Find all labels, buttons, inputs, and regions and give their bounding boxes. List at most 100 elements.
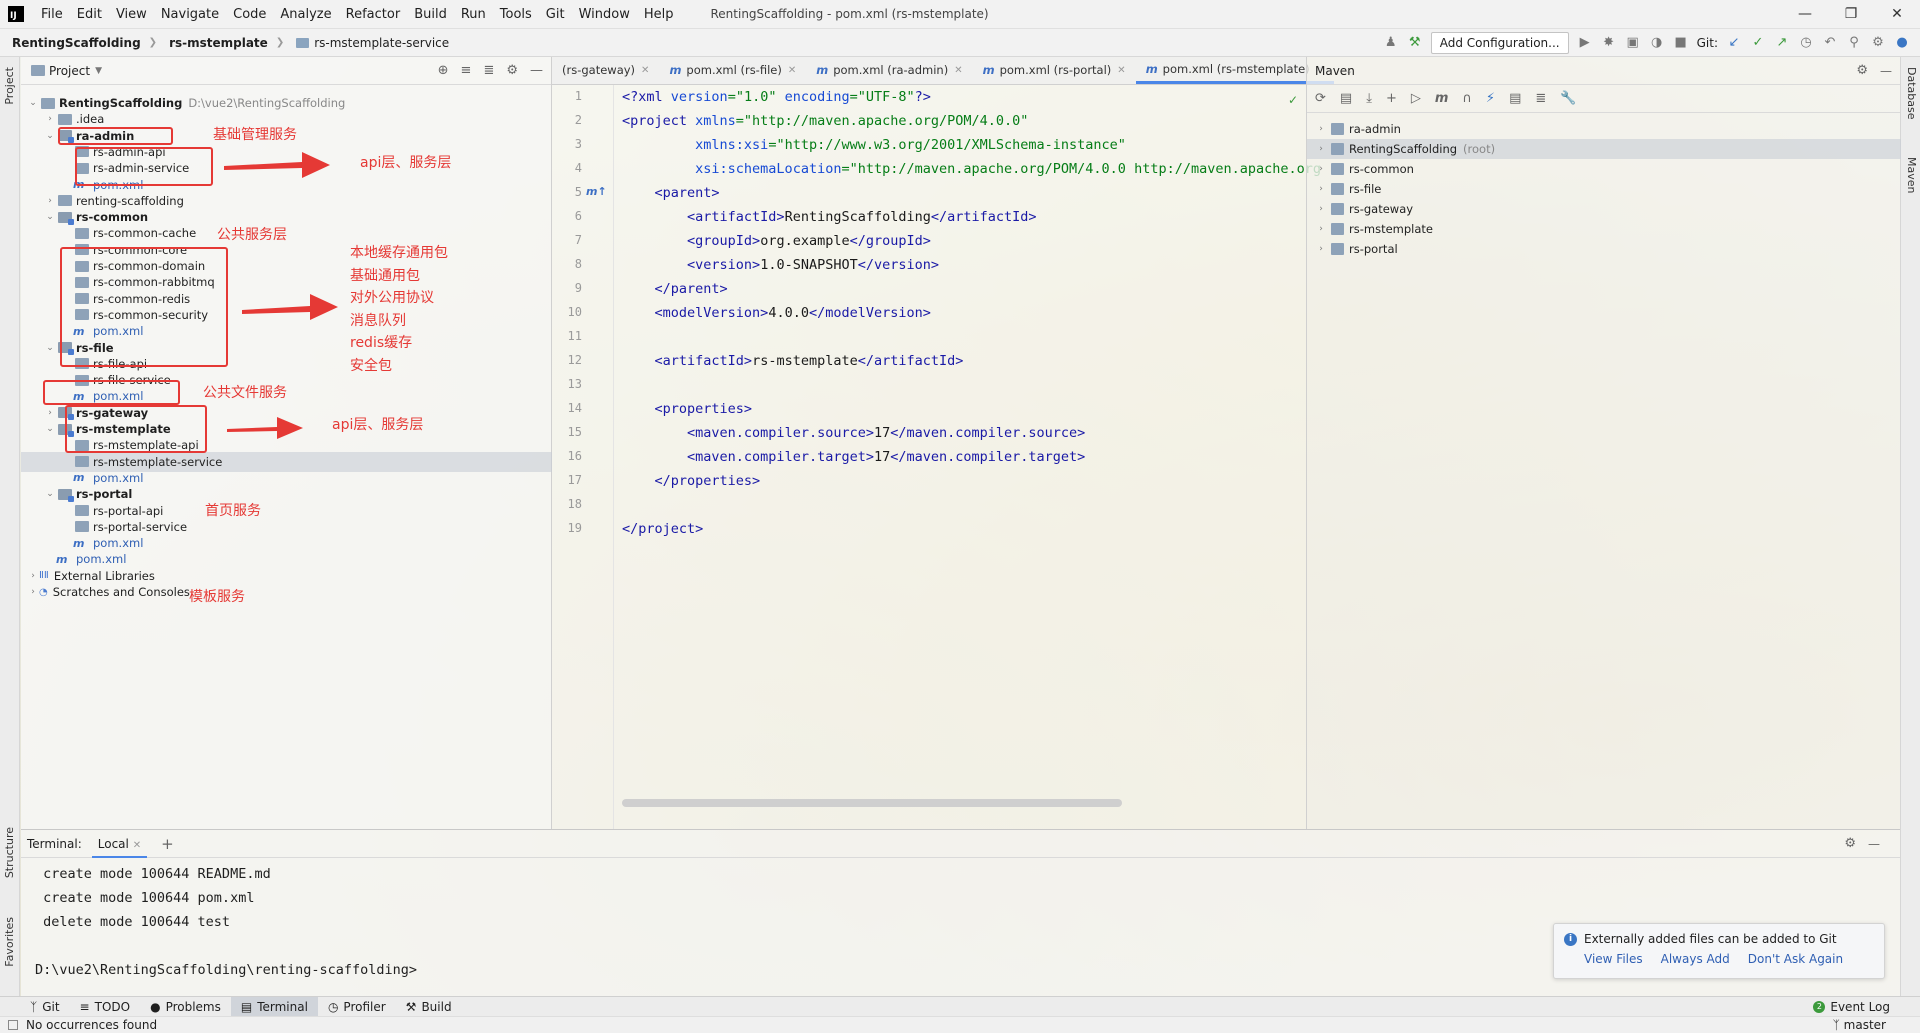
- user-icon[interactable]: ♟: [1383, 35, 1399, 50]
- menu-file[interactable]: File: [34, 0, 70, 29]
- stop-icon[interactable]: ■: [1673, 35, 1689, 50]
- breadcrumb-root[interactable]: RentingScaffolding: [0, 36, 149, 50]
- hide-icon[interactable]: —: [1868, 837, 1880, 851]
- maven-project-item[interactable]: › ra-admin: [1307, 119, 1901, 139]
- editor-tab[interactable]: (rs-gateway) ✕: [552, 57, 659, 84]
- history-icon[interactable]: ◷: [1798, 35, 1814, 50]
- collapse-arrow-icon[interactable]: ›: [44, 196, 56, 206]
- settings-icon[interactable]: ⚙: [1870, 35, 1886, 50]
- collapse-arrow-icon[interactable]: ›: [27, 571, 39, 581]
- menu-view[interactable]: View: [109, 0, 154, 29]
- collapse-arrow-icon[interactable]: ›: [1315, 184, 1327, 194]
- close-icon[interactable]: ✕: [641, 57, 649, 84]
- search-icon[interactable]: ⚲: [1846, 35, 1862, 50]
- expand-arrow-icon[interactable]: ⌄: [44, 131, 56, 141]
- collapse-arrow-icon[interactable]: ›: [1315, 144, 1327, 154]
- expand-all-icon[interactable]: ≡: [461, 63, 472, 78]
- editor-tab[interactable]: mpom.xml (rs-mstemplate)✕: [1135, 57, 1335, 84]
- maven-project-item[interactable]: › rs-file: [1307, 179, 1901, 199]
- event-log[interactable]: 2 Event Log: [1813, 1000, 1920, 1014]
- close-icon[interactable]: ✕: [133, 840, 141, 851]
- collapse-arrow-icon[interactable]: ›: [27, 587, 39, 597]
- download-icon[interactable]: ⤓: [1366, 91, 1372, 106]
- close-icon[interactable]: ✕: [954, 57, 962, 84]
- add-configuration-button[interactable]: Add Configuration...: [1430, 31, 1569, 54]
- git-commit-icon[interactable]: ✓: [1750, 35, 1766, 50]
- maven-project-item[interactable]: › rs-portal: [1307, 239, 1901, 259]
- tool-tab-profiler[interactable]: ◷ Profiler: [318, 997, 396, 1017]
- menu-git[interactable]: Git: [539, 0, 572, 29]
- git-push-icon[interactable]: ↗: [1774, 35, 1790, 50]
- gear-icon[interactable]: ⚙: [506, 63, 518, 78]
- add-icon[interactable]: +: [1386, 91, 1397, 106]
- run-icon[interactable]: ▶: [1577, 35, 1593, 50]
- status-square-icon[interactable]: [8, 1020, 18, 1030]
- collapse-all-icon[interactable]: ≣: [483, 63, 494, 78]
- close-icon[interactable]: ✕: [1117, 57, 1125, 84]
- maven-tool-tab[interactable]: Maven: [1905, 157, 1918, 193]
- terminal-tab-local[interactable]: Local ✕: [91, 830, 148, 858]
- tool-tab-git[interactable]: ᛉ Git: [20, 997, 70, 1017]
- coverage-icon[interactable]: ▣: [1625, 35, 1641, 50]
- expand-arrow-icon[interactable]: ⌄: [44, 343, 56, 353]
- inspection-ok-icon[interactable]: ✓: [1288, 93, 1298, 107]
- skip-tests-icon[interactable]: ⚡: [1486, 91, 1495, 106]
- close-icon[interactable]: ✕: [788, 57, 796, 84]
- menu-analyze[interactable]: Analyze: [273, 0, 338, 29]
- close-icon[interactable]: ✕: [1874, 0, 1920, 29]
- profile-icon[interactable]: ◑: [1649, 35, 1665, 50]
- expand-arrow-icon[interactable]: ⌄: [27, 98, 39, 108]
- tool-tab-terminal[interactable]: ▤ Terminal: [230, 996, 318, 1017]
- menu-code[interactable]: Code: [226, 0, 273, 29]
- menu-build[interactable]: Build: [407, 0, 454, 29]
- gear-icon[interactable]: ⚙: [1856, 63, 1868, 78]
- database-tool-tab[interactable]: Database: [1905, 67, 1918, 120]
- hide-icon[interactable]: —: [530, 63, 543, 78]
- collapse-arrow-icon[interactable]: ›: [1315, 244, 1327, 254]
- menu-navigate[interactable]: Navigate: [154, 0, 226, 29]
- maven-project-item[interactable]: › rs-gateway: [1307, 199, 1901, 219]
- wrench-icon[interactable]: 🔧: [1560, 91, 1576, 106]
- rollback-icon[interactable]: ↶: [1822, 35, 1838, 50]
- git-branch-widget[interactable]: ᛉ master: [1833, 1018, 1920, 1032]
- expand-arrow-icon[interactable]: ⌄: [44, 489, 56, 499]
- menu-edit[interactable]: Edit: [70, 0, 109, 29]
- show-dependencies-icon[interactable]: ▤: [1509, 91, 1521, 106]
- maven-project-item[interactable]: › rs-common: [1307, 159, 1901, 179]
- plugin-icon[interactable]: ●: [1894, 35, 1910, 50]
- expand-arrow-icon[interactable]: ⌄: [44, 424, 56, 434]
- tree-item[interactable]: › ◔ Scratches and Consoles: [21, 582, 552, 602]
- horizontal-scrollbar[interactable]: [622, 799, 1122, 807]
- collapse-arrow-icon[interactable]: ›: [1315, 164, 1327, 174]
- project-tool-tab[interactable]: Project: [3, 67, 16, 105]
- editor-tab[interactable]: m pom.xml (ra-admin) ✕: [806, 57, 972, 84]
- debug-icon[interactable]: ✸: [1601, 35, 1617, 50]
- minimize-icon[interactable]: —: [1782, 0, 1828, 29]
- maven-goal-icon[interactable]: m: [1435, 91, 1449, 106]
- maven-project-item[interactable]: › rs-mstemplate: [1307, 219, 1901, 239]
- menu-tools[interactable]: Tools: [493, 0, 539, 29]
- always-add-link[interactable]: Always Add: [1661, 952, 1730, 966]
- breadcrumb-module[interactable]: rs-mstemplate: [157, 36, 276, 50]
- view-files-link[interactable]: View Files: [1584, 952, 1643, 966]
- collapse-arrow-icon[interactable]: ›: [1315, 224, 1327, 234]
- tool-tab-build[interactable]: ⚒ Build: [396, 997, 462, 1017]
- generate-sources-icon[interactable]: ▤: [1340, 91, 1352, 106]
- reload-icon[interactable]: ⟳: [1315, 91, 1326, 106]
- hide-icon[interactable]: —: [1880, 64, 1892, 78]
- collapse-arrow-icon[interactable]: ›: [1315, 204, 1327, 214]
- expand-arrow-icon[interactable]: ⌄: [44, 212, 56, 222]
- editor-tab[interactable]: m pom.xml (rs-portal) ✕: [973, 57, 1136, 84]
- dont-ask-again-link[interactable]: Don't Ask Again: [1748, 952, 1843, 966]
- menu-run[interactable]: Run: [454, 0, 493, 29]
- tool-tab-todo[interactable]: ≡ TODO: [70, 997, 141, 1017]
- add-tab-icon[interactable]: +: [161, 835, 174, 853]
- maven-project-item[interactable]: › RentingScaffolding (root): [1307, 139, 1901, 159]
- hammer-icon[interactable]: ⚒: [1407, 35, 1423, 50]
- structure-tool-tab[interactable]: Structure: [3, 827, 16, 878]
- menu-refactor[interactable]: Refactor: [339, 0, 408, 29]
- toggle-offline-icon[interactable]: ∩: [1462, 91, 1472, 106]
- maven-parent-gutter-icon[interactable]: m↑: [586, 185, 607, 198]
- chevron-down-icon[interactable]: ▼: [95, 66, 102, 76]
- restore-icon[interactable]: ❐: [1828, 0, 1874, 29]
